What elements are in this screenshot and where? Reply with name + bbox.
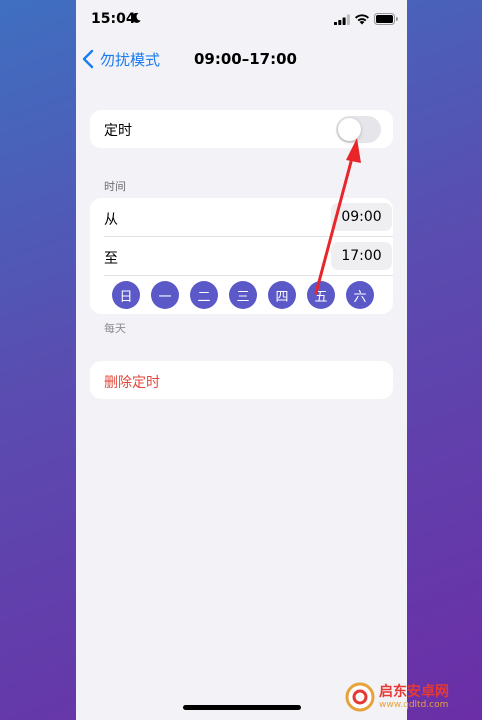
moon-icon — [131, 12, 141, 23]
annotation-arrow — [314, 138, 361, 295]
day-mon-button[interactable]: 一 — [151, 281, 179, 309]
cellular-signal-icon — [334, 14, 350, 25]
battery-icon — [374, 13, 398, 25]
chevron-left-icon — [82, 49, 94, 69]
status-time: 15:04 — [91, 11, 136, 27]
day-tue-button[interactable]: 二 — [190, 281, 218, 309]
back-button[interactable]: 勿扰模式 — [82, 48, 160, 70]
day-thu-button[interactable]: 四 — [268, 281, 296, 309]
watermark-name: 启东安卓网 — [379, 683, 449, 700]
status-bar: 15:04 — [76, 0, 407, 40]
row-divider — [104, 236, 393, 237]
home-indicator — [183, 705, 301, 710]
schedule-card: 定时 — [90, 110, 393, 148]
wifi-icon — [355, 14, 369, 25]
to-time-picker[interactable]: 17:00 — [331, 242, 392, 270]
back-label: 勿扰模式 — [100, 50, 161, 69]
toggle-knob — [338, 118, 361, 141]
watermark-logo-icon — [345, 682, 375, 712]
time-card: 从 09:00 至 17:00 日 一 二 三 四 五 六 — [90, 198, 393, 314]
row-divider — [104, 275, 393, 276]
navigation-bar: 勿扰模式 09:00–17:00 — [76, 42, 407, 76]
time-section-header: 时间 — [104, 180, 126, 193]
day-sat-button[interactable]: 六 — [346, 281, 374, 309]
weekday-selector: 日 一 二 三 四 五 六 — [112, 281, 382, 311]
delete-label: 删除定时 — [104, 375, 160, 391]
to-label: 至 — [104, 251, 118, 267]
page-title: 09:00–17:00 — [194, 50, 297, 68]
day-fri-button[interactable]: 五 — [307, 281, 335, 309]
schedule-label: 定时 — [104, 123, 132, 139]
watermark-url: www.qdltd.com — [379, 699, 449, 710]
schedule-toggle[interactable] — [336, 116, 381, 143]
phone-screen: 15:04 勿扰模式 09:00–17:00 定时 时间 从 09:00 至 1… — [76, 0, 407, 720]
from-label: 从 — [104, 212, 118, 228]
delete-schedule-button[interactable]: 删除定时 — [90, 361, 393, 399]
site-watermark: 启东安卓网 www.qdltd.com — [345, 678, 479, 716]
from-time-picker[interactable]: 09:00 — [331, 203, 392, 231]
repeat-footnote: 每天 — [104, 322, 126, 335]
day-wed-button[interactable]: 三 — [229, 281, 257, 309]
day-sun-button[interactable]: 日 — [112, 281, 140, 309]
